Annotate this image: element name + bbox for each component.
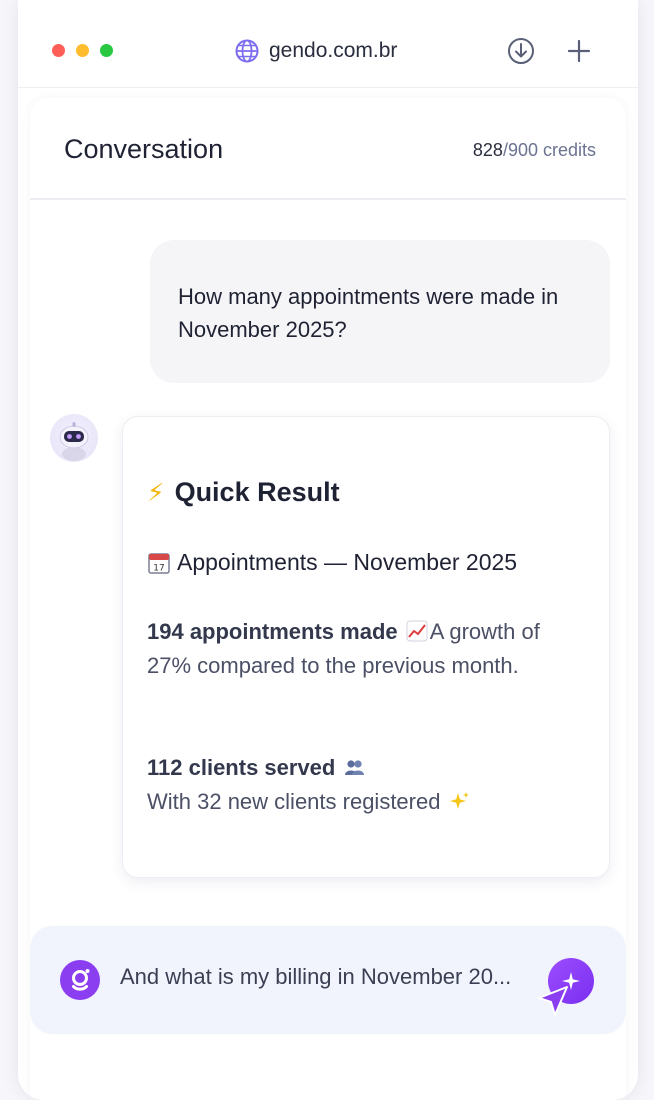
new-clients-text: With 32 new clients registered: [147, 789, 441, 814]
chart-increasing-icon: [406, 620, 428, 642]
sparkles-icon: [449, 792, 469, 809]
people-icon: [345, 760, 365, 775]
page-title: Conversation: [64, 134, 224, 164]
bot-response-card: ⚡ Quick Result 17 Appointments — Novembe…: [122, 416, 610, 878]
url-text: gendo.com.br: [269, 39, 398, 62]
clients-paragraph: 112 clients served With 32 new clients r…: [147, 751, 587, 819]
conversation-header: Conversation 828/900 credits: [30, 98, 626, 200]
new-tab-button[interactable]: [564, 36, 594, 66]
user-message-text: How many appointments were made in Novem…: [178, 284, 559, 342]
message-composer[interactable]: And what is my billing in November 20...: [30, 926, 626, 1034]
svg-text:17: 17: [153, 563, 164, 573]
robot-icon: [59, 422, 89, 461]
credits-used: 828: [472, 140, 503, 160]
user-message-bubble: How many appointments were made in Novem…: [150, 240, 610, 383]
credits-total: /900 credits: [502, 140, 596, 160]
globe-icon: [235, 39, 259, 63]
gendo-logo-icon: [60, 960, 100, 1000]
quick-result-title: ⚡ Quick Result: [147, 477, 340, 507]
plus-icon: [567, 39, 591, 63]
appointments-count: 194 appointments made: [147, 619, 398, 644]
appointments-paragraph: 194 appointments made A growth of 27% co…: [147, 615, 587, 683]
browser-window: gendo.com.br Conversation 828/900 credit…: [18, 0, 638, 1100]
browser-titlebar: gendo.com.br: [18, 0, 638, 88]
maximize-window-button[interactable]: [100, 44, 113, 57]
address-bar[interactable]: gendo.com.br: [234, 37, 397, 65]
clients-count: 112 clients served: [147, 755, 336, 780]
appointments-header: 17 Appointments — November 2025: [147, 549, 517, 576]
calendar-icon: 17: [148, 552, 170, 574]
cursor-pointer-icon: [538, 986, 568, 1016]
message-input[interactable]: And what is my billing in November 20...: [120, 964, 550, 990]
chat-app: Conversation 828/900 credits How many ap…: [30, 98, 626, 1100]
download-button[interactable]: [506, 36, 536, 66]
bot-avatar: [50, 414, 98, 462]
lightning-icon: ⚡: [147, 478, 165, 507]
close-window-button[interactable]: [52, 44, 65, 57]
minimize-window-button[interactable]: [76, 44, 89, 57]
download-icon: [508, 38, 534, 64]
credits-counter: 828/900 credits: [473, 140, 596, 161]
